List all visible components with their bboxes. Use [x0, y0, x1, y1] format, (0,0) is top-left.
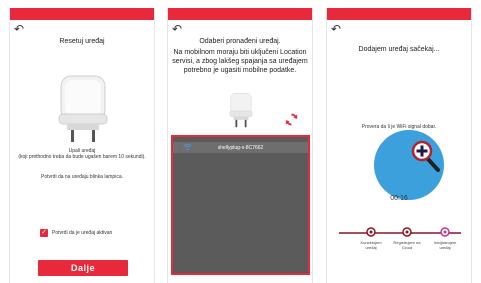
wifi-check-text: Provera da li je WiFi signal dobar. — [361, 124, 437, 130]
timer-text: 00:16 — [390, 195, 408, 202]
back-arrow-icon[interactable]: ↶ — [172, 23, 182, 35]
step-3-line-2: uređaj — [439, 245, 451, 250]
instruction-text: Upali uređaj (koji prethodno treba da bu… — [14, 148, 150, 160]
page-title: Dodajem uređaj sačekaj... — [358, 46, 440, 53]
instruction-line-2: (koji prethodno treba da bude ugašen bar… — [18, 154, 146, 160]
page-title: Odaberi pronađeni uređaj. — [199, 38, 281, 45]
back-arrow-icon[interactable]: ↶ — [331, 23, 341, 35]
reset-device-screen: ↶ Resetuj uređaj Upali uređaj (koji pret… — [9, 8, 155, 283]
next-button[interactable]: Dalje — [38, 260, 128, 276]
page-title: Resetuj uređaj — [59, 38, 105, 45]
smart-plug-image — [229, 93, 253, 128]
step-1-line-2: uređaj — [365, 245, 377, 250]
step-1-label: Konektujem uređaj — [354, 240, 388, 250]
back-arrow-icon[interactable]: ↶ — [14, 23, 24, 35]
step-2-icon — [402, 227, 412, 237]
location-info-text: Na mobilnom moraju biti uključeni Locati… — [172, 49, 308, 74]
adding-device-screen: ↶ Dodajem uređaj sačekaj... Provera da l… — [326, 8, 472, 283]
step-1-icon — [366, 227, 376, 237]
smart-plug-image — [58, 75, 108, 142]
refresh-icon[interactable] — [284, 112, 299, 127]
device-list: shellyplug-s-8C7662 — [171, 135, 310, 275]
device-name: shellyplug-s-8C7662 — [217, 144, 264, 151]
step-2-line-2: Cloud — [401, 245, 413, 250]
search-plus-icon — [411, 140, 440, 172]
confirm-led-text: Potvrdi da na uređaju blinka lampica. — [41, 174, 123, 180]
wifi-icon — [183, 143, 192, 151]
step-3-icon — [440, 227, 450, 237]
top-bar — [168, 8, 312, 20]
top-bar — [10, 8, 154, 20]
top-bar — [327, 8, 471, 20]
checkbox-label: Potvrdi da je uređaj aktivan — [52, 230, 113, 236]
step-2-label: Registrujem na Cloud — [390, 240, 424, 250]
list-item[interactable]: shellyplug-s-8C7662 — [173, 142, 308, 153]
progress-steps: Konektujem uređaj Registrujem na Cloud I… — [327, 224, 471, 264]
select-device-screen: ↶ Odaberi pronađeni uređaj. Na mobilnom … — [167, 8, 313, 283]
active-checkbox[interactable]: ✓ — [40, 229, 48, 237]
active-confirm-row[interactable]: ✓ Potvrdi da je uređaj aktivan — [40, 229, 112, 237]
step-3-label: Inicijalizujem uređaj — [428, 240, 462, 250]
